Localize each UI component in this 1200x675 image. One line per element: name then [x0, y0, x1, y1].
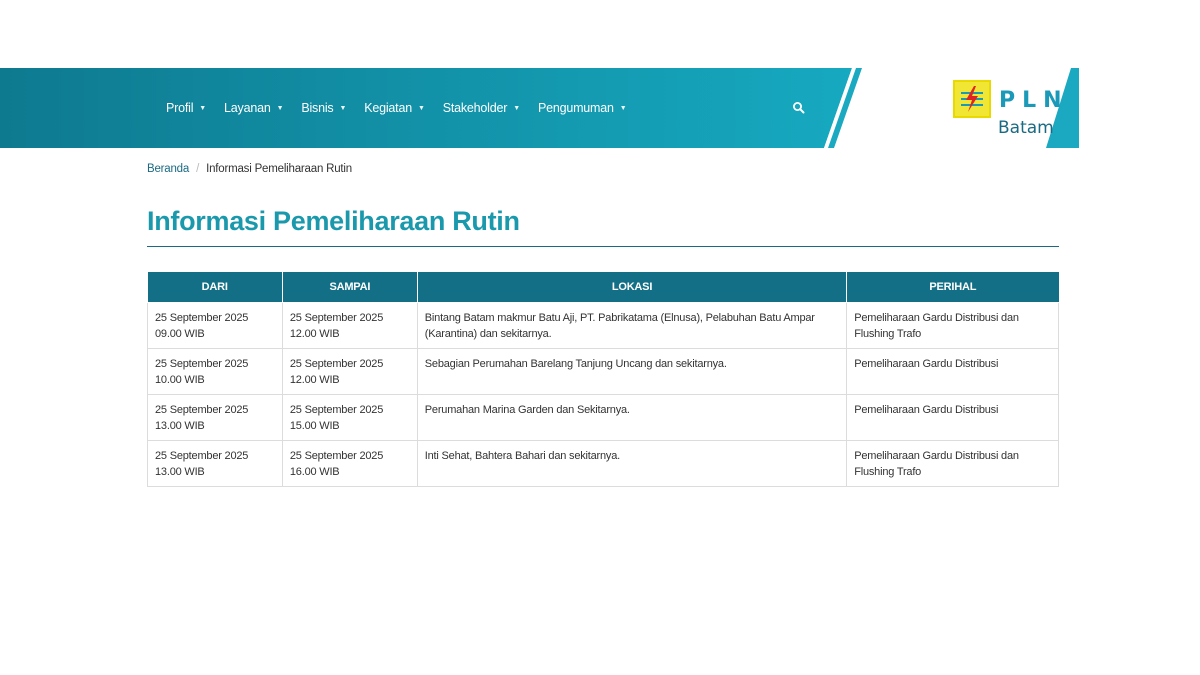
cell-perihal: Pemeliharaan Gardu Distribusi dan Flushi… [846, 301, 1059, 349]
cell-dari: 25 September 2025 10.00 WIB [147, 347, 283, 395]
chevron-down-icon: ▼ [513, 104, 520, 112]
cell-lokasi: Perumahan Marina Garden dan Sekitarnya. [416, 393, 848, 441]
column-header-dari: DARI [147, 272, 283, 303]
table-row: 25 September 2025 13.00 WIB 25 September… [147, 393, 1059, 441]
column-header-sampai: SAMPAI [282, 272, 418, 303]
nav-item-label: Bisnis [301, 101, 334, 115]
nav-item-profil[interactable]: Profil ▼ [166, 101, 206, 115]
cell-sampai: 25 September 2025 12.00 WIB [281, 301, 418, 349]
breadcrumb-current: Informasi Pemeliharaan Rutin [206, 163, 352, 175]
page: Profil ▼ Layanan ▼ Bisnis ▼ Kegiatan ▼ S… [0, 0, 1200, 675]
pln-batam-logo[interactable]: PLN Batam [953, 80, 1063, 140]
nav-item-label: Layanan [224, 101, 271, 115]
cell-dari: 25 September 2025 13.00 WIB [147, 439, 283, 487]
cell-lokasi: Sebagian Perumahan Barelang Tanjung Unca… [416, 347, 848, 395]
column-header-lokasi: LOKASI [417, 272, 848, 303]
nav-item-bisnis[interactable]: Bisnis ▼ [301, 101, 346, 115]
nav-item-label: Pengumuman [537, 101, 614, 115]
cell-dari: 25 September 2025 13.00 WIB [147, 393, 283, 441]
table-row: 25 September 2025 13.00 WIB 25 September… [147, 439, 1059, 487]
nav-item-label: Profil [166, 101, 194, 115]
cell-lokasi: Bintang Batam makmur Batu Aji, PT. Pabri… [416, 301, 848, 349]
cell-sampai: 25 September 2025 12.00 WIB [281, 347, 418, 395]
cell-sampai: 25 September 2025 16.00 WIB [281, 439, 418, 487]
table-row: 25 September 2025 09.00 WIB 25 September… [147, 301, 1059, 349]
cell-perihal: Pemeliharaan Gardu Distribusi [846, 347, 1059, 395]
chevron-down-icon: ▼ [339, 104, 347, 112]
pln-lightning-icon [953, 80, 991, 118]
title-divider [147, 246, 1059, 247]
chevron-down-icon: ▼ [619, 104, 627, 112]
nav-item-stakeholder[interactable]: Stakeholder ▼ [443, 101, 520, 115]
logo-brand-text: PLN [999, 88, 1069, 113]
nav-item-label: Stakeholder [442, 101, 508, 115]
chevron-down-icon: ▼ [199, 104, 207, 112]
search-icon[interactable] [792, 101, 806, 115]
cell-perihal: Pemeliharaan Gardu Distribusi dan Flushi… [846, 439, 1059, 487]
breadcrumb: Beranda / Informasi Pemeliharaan Rutin [147, 163, 352, 175]
nav-item-layanan[interactable]: Layanan ▼ [224, 101, 283, 115]
maintenance-schedule-table: DARI SAMPAI LOKASI PERIHAL 25 September … [147, 272, 1059, 487]
breadcrumb-separator: / [196, 163, 200, 175]
logo-region-text: Batam [998, 118, 1054, 138]
chevron-down-icon: ▼ [276, 104, 284, 112]
nav-item-pengumuman[interactable]: Pengumuman ▼ [538, 101, 627, 115]
table-header-row: DARI SAMPAI LOKASI PERIHAL [147, 272, 1059, 303]
column-header-perihal: PERIHAL [846, 272, 1059, 303]
cell-sampai: 25 September 2025 15.00 WIB [281, 393, 418, 441]
nav-item-kegiatan[interactable]: Kegiatan ▼ [364, 101, 425, 115]
breadcrumb-home-link[interactable]: Beranda [147, 163, 189, 175]
site-header: Profil ▼ Layanan ▼ Bisnis ▼ Kegiatan ▼ S… [0, 68, 1079, 148]
main-nav: Profil ▼ Layanan ▼ Bisnis ▼ Kegiatan ▼ S… [166, 68, 645, 148]
nav-item-label: Kegiatan [364, 101, 412, 115]
cell-dari: 25 September 2025 09.00 WIB [147, 301, 283, 349]
cell-perihal: Pemeliharaan Gardu Distribusi [846, 393, 1059, 441]
chevron-down-icon: ▼ [417, 104, 425, 112]
table-row: 25 September 2025 10.00 WIB 25 September… [147, 347, 1059, 395]
page-title: Informasi Pemeliharaan Rutin [147, 206, 520, 236]
cell-lokasi: Inti Sehat, Bahtera Bahari dan sekitarny… [416, 439, 848, 487]
